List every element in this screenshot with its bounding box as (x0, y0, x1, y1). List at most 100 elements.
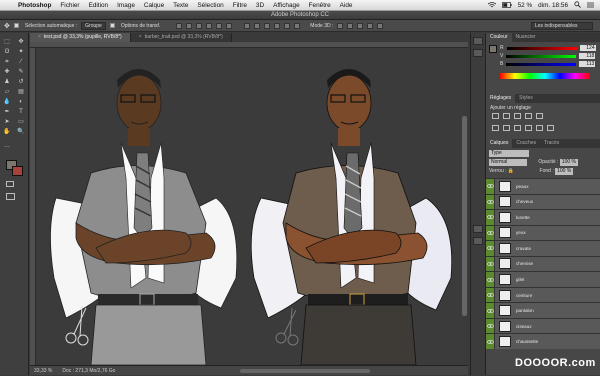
layer-visibility-eye-icon[interactable] (486, 241, 495, 256)
crop-tool-icon[interactable]: ⌗ (1, 57, 13, 67)
distribute-right-icon[interactable] (294, 22, 301, 29)
color-balance-icon[interactable] (503, 125, 510, 131)
type-tool-icon[interactable]: T (15, 107, 27, 117)
red-slider[interactable]: R 124 (486, 44, 600, 52)
notification-center-icon[interactable] (587, 2, 594, 10)
zoom-level[interactable]: 33,33 % (34, 366, 52, 375)
distribute-middle-icon[interactable] (254, 22, 261, 29)
brightness-contrast-icon[interactable] (492, 113, 499, 119)
workspace-dropdown[interactable]: Les indispensables (531, 21, 593, 30)
align-bottom-icon[interactable] (196, 22, 203, 29)
blue-value[interactable]: 113 (579, 61, 596, 67)
slide-3d-icon[interactable] (367, 22, 374, 29)
layer-thumbnail[interactable] (499, 305, 511, 317)
path-selection-tool-icon[interactable]: ➤ (1, 117, 13, 127)
menu-calque[interactable]: Calque (144, 2, 164, 9)
transform-options-checkbox[interactable] (109, 22, 117, 29)
layer-name[interactable]: chemise (516, 261, 533, 266)
healing-brush-tool-icon[interactable]: ✚ (1, 67, 13, 77)
layer-name[interactable]: ceinture (516, 293, 532, 298)
history-brush-tool-icon[interactable]: ↺ (15, 77, 27, 87)
lock-icon[interactable]: 🔒 (508, 168, 514, 174)
layer-name[interactable]: ciseaux (516, 324, 532, 329)
blue-slider[interactable]: B 113 (486, 60, 600, 68)
layer-visibility-eye-icon[interactable] (486, 303, 495, 318)
green-value[interactable]: 118 (579, 53, 596, 59)
layer-thumbnail[interactable] (499, 274, 511, 286)
menu-fenetre[interactable]: Fenêtre (309, 2, 331, 9)
menu-filtre[interactable]: Filtre (233, 2, 247, 9)
layer-thumbnail[interactable] (499, 211, 511, 223)
color-foreground-swatch[interactable] (489, 45, 497, 53)
tab-reglages[interactable]: Réglages (486, 94, 516, 103)
menu-image[interactable]: Image (117, 2, 135, 9)
dodge-tool-icon[interactable]: ◐ (15, 97, 27, 107)
horizontal-scrollbar[interactable] (240, 369, 370, 373)
menu-aide[interactable]: Aide (340, 2, 353, 9)
layer-visibility-eye-icon[interactable] (486, 225, 495, 241)
menu-selection[interactable]: Sélection (197, 2, 223, 9)
layer-thumbnail[interactable] (499, 336, 511, 348)
layer-name[interactable]: cheveux (516, 199, 533, 204)
align-left-icon[interactable] (206, 22, 213, 29)
channel-mixer-icon[interactable] (536, 125, 543, 131)
paragraph-panel-icon[interactable] (473, 237, 483, 245)
color-lookup-icon[interactable] (547, 125, 554, 131)
layer-name[interactable]: lunette (516, 215, 530, 220)
layer-row[interactable]: gilet (486, 271, 600, 287)
align-top-icon[interactable] (176, 22, 183, 29)
layer-row[interactable]: cravate (486, 240, 600, 256)
layer-visibility-eye-icon[interactable] (486, 287, 495, 303)
levels-icon[interactable] (503, 113, 510, 119)
clock[interactable]: dim. 18:56 (538, 2, 568, 9)
eraser-tool-icon[interactable]: ▱ (1, 87, 13, 97)
menu-app-photoshop[interactable]: Photoshop (18, 2, 51, 9)
move-tool-icon[interactable]: ✥ (4, 22, 10, 30)
pen-tool-icon[interactable]: ✒ (1, 107, 13, 117)
close-tab-icon[interactable]: × (38, 34, 41, 40)
auto-select-checkbox[interactable] (13, 22, 21, 29)
lasso-tool-icon[interactable]: ʘ (1, 47, 13, 57)
layer-visibility-eye-icon[interactable] (486, 256, 495, 272)
tab-barber-trait[interactable]: × barber_trait.psd @ 33,3% (RVB/8*) (130, 33, 232, 42)
distribute-left-icon[interactable] (274, 22, 281, 29)
history-panel-icon[interactable] (473, 37, 483, 45)
layer-visibility-eye-icon[interactable] (486, 318, 495, 334)
shape-tool-icon[interactable]: ▭ (15, 117, 27, 127)
layer-row[interactable]: chemise (486, 255, 600, 272)
screen-mode-icon[interactable] (6, 193, 15, 200)
layer-visibility-eye-icon[interactable] (486, 194, 495, 210)
blur-tool-icon[interactable]: 💧 (1, 97, 13, 107)
layer-thumbnail[interactable] (499, 227, 511, 239)
scale-3d-icon[interactable] (377, 22, 384, 29)
layer-visibility-eye-icon[interactable] (486, 179, 495, 194)
zoom-tool-icon[interactable]: 🔍 (15, 127, 27, 137)
layer-name[interactable]: yeux (516, 230, 526, 235)
layer-row[interactable]: lunette (486, 209, 600, 225)
layer-row[interactable]: chaussette (486, 333, 600, 349)
tab-test-psd[interactable]: × test.psd @ 33,3% (pupille, RVB/8*) (30, 33, 131, 42)
vertical-scrollbar[interactable] (462, 116, 467, 316)
layer-filter-dropdown[interactable]: Type (489, 150, 529, 157)
layer-row[interactable]: pantalon (486, 302, 600, 318)
tab-couleur[interactable]: Couleur (486, 33, 512, 42)
tab-traces[interactable]: Tracés (540, 139, 563, 148)
distribute-bottom-icon[interactable] (264, 22, 271, 29)
layer-thumbnail[interactable] (499, 320, 511, 332)
photo-filter-icon[interactable] (525, 125, 532, 131)
layer-thumbnail[interactable] (499, 258, 511, 270)
exposure-icon[interactable] (525, 113, 532, 119)
battery-icon[interactable] (501, 1, 512, 10)
green-slider[interactable]: V 118 (486, 52, 600, 60)
curves-icon[interactable] (514, 113, 521, 119)
layer-name[interactable]: peaux (516, 184, 529, 189)
hand-tool-icon[interactable]: ✋ (1, 127, 13, 137)
pan-3d-icon[interactable] (357, 22, 364, 29)
tab-nuancier[interactable]: Nuancier (512, 33, 540, 42)
document-canvas[interactable] (36, 48, 466, 365)
auto-select-dropdown[interactable]: Groupe (81, 21, 106, 30)
quick-mask-icon[interactable] (6, 181, 14, 187)
magic-wand-tool-icon[interactable]: ✦ (15, 47, 27, 57)
color-spectrum-bar[interactable] (500, 73, 590, 79)
clone-stamp-tool-icon[interactable]: ♟ (1, 77, 13, 87)
